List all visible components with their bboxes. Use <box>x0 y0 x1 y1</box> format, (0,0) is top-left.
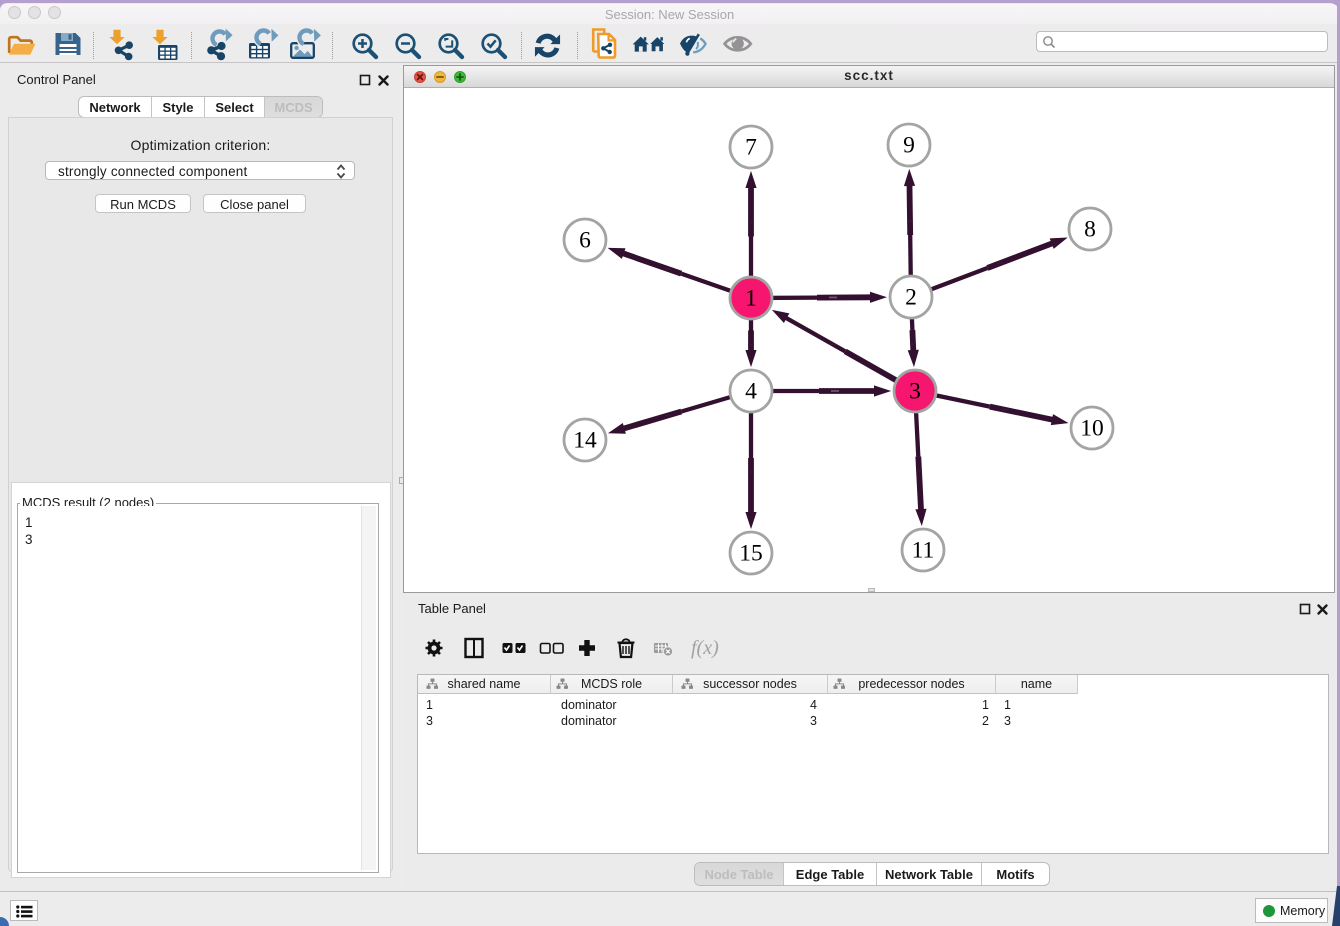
svg-text:8: 8 <box>1084 217 1096 243</box>
svg-text:2: 2 <box>905 285 917 311</box>
svg-text:4: 4 <box>745 379 757 405</box>
svg-text:15: 15 <box>739 541 763 567</box>
svg-text:3: 3 <box>909 379 921 405</box>
svg-text:14: 14 <box>573 428 597 454</box>
svg-text:7: 7 <box>745 135 757 161</box>
svg-text:10: 10 <box>1080 416 1104 442</box>
svg-text:1: 1 <box>745 286 757 312</box>
svg-text:f(x): f(x) <box>691 637 719 659</box>
svg-text:6: 6 <box>579 228 591 254</box>
svg-text:9: 9 <box>903 133 915 159</box>
svg-text:11: 11 <box>912 538 935 564</box>
